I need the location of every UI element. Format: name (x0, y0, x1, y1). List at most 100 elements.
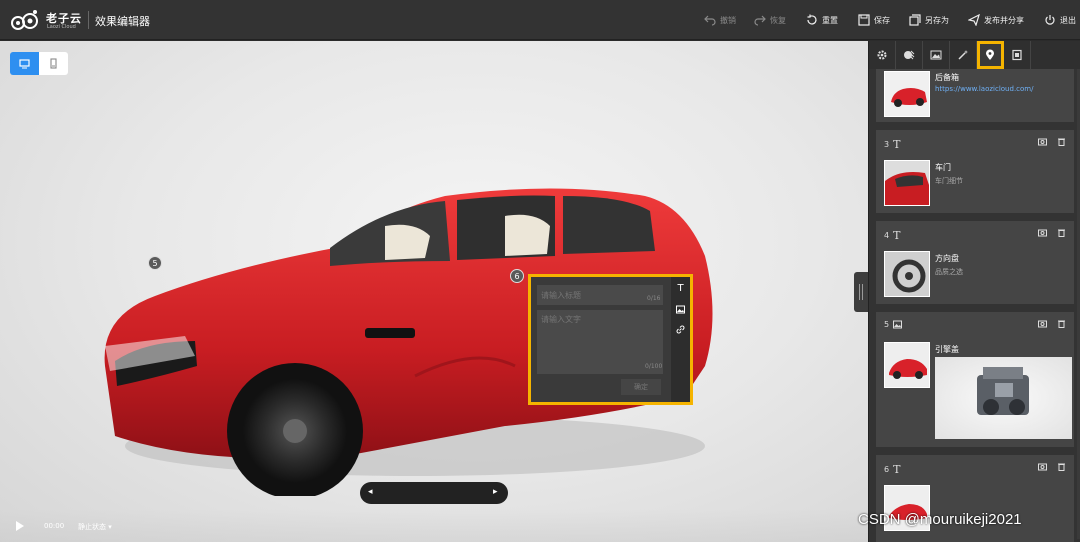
animation-time: 00:00 (44, 522, 65, 530)
hotspot-image-preview (935, 357, 1072, 439)
undo-button[interactable]: 撤销 (704, 12, 736, 28)
gear-icon (877, 50, 887, 60)
right-panel: 后备箱 https://www.laozicloud.com/ 3 T 车门 车… (868, 41, 1080, 542)
tab-effects[interactable] (950, 41, 977, 69)
trash-icon[interactable] (1057, 319, 1066, 328)
brand-subtitle: Laozi Cloud (47, 24, 76, 30)
device-view-toggle (10, 52, 68, 75)
redo-icon (754, 15, 766, 26)
publish-button[interactable]: 发布并分享 (968, 12, 1024, 28)
text-type-icon[interactable]: T (674, 282, 687, 295)
text-type-icon: T (893, 138, 901, 151)
text-type-icon: T (893, 229, 901, 242)
hotspot-card[interactable]: 4 T 方向盘 品质之选 (876, 221, 1074, 304)
tab-hotspot[interactable] (977, 41, 1004, 69)
reset-button[interactable]: 重置 (806, 12, 838, 28)
material-icon (904, 50, 915, 60)
app-title: 效果编辑器 (95, 15, 150, 28)
hotspot-card[interactable]: 5 引擎盖 (876, 312, 1074, 447)
hotspot-name: 车门 (935, 163, 951, 172)
hotspot-card[interactable]: 6 T (876, 455, 1074, 542)
hotspot-thumbnail (884, 71, 930, 117)
reset-label: 重置 (822, 15, 838, 25)
save-as-label: 另存为 (925, 15, 949, 25)
hotspot-card[interactable]: 3 T 车门 车门细节 (876, 130, 1074, 213)
mobile-view-button[interactable] (39, 52, 68, 75)
hotspot-navigator: ◂ ▸ (360, 482, 508, 504)
location-pin-icon (986, 49, 994, 60)
save-button[interactable]: 保存 (858, 12, 890, 28)
card-tools (1038, 137, 1066, 146)
tab-material[interactable] (896, 41, 923, 69)
film-icon (1012, 49, 1022, 61)
hotspot-index: 5 (884, 320, 890, 329)
camera-icon[interactable] (1038, 462, 1047, 471)
tab-animation[interactable] (1004, 41, 1031, 69)
hotspot-thumbnail (884, 251, 930, 297)
monitor-icon (19, 59, 30, 69)
camera-icon[interactable] (1038, 228, 1047, 237)
watermark: CSDN @mouruikeji2021 (858, 511, 1022, 528)
link-type-icon[interactable] (674, 323, 687, 336)
publish-label: 发布并分享 (984, 15, 1024, 25)
hotspot-name: 方向盘 (935, 254, 959, 263)
hotspot-index: 6 (884, 465, 890, 474)
card-tools (1038, 319, 1066, 328)
logo (11, 10, 38, 30)
3d-viewport[interactable]: 5 6 0/16 0/100 确定 T ◂ ▸ 00:00 静止状态 ▾ (0, 41, 868, 542)
hotspot-card-header: 6 T (884, 463, 900, 476)
card-tools (1038, 462, 1066, 471)
undo-icon (704, 15, 716, 26)
image-type-icon (893, 320, 903, 329)
confirm-button[interactable]: 确定 (621, 379, 661, 395)
hotspot-description: 车门细节 (935, 177, 963, 185)
save-as-icon (909, 14, 921, 26)
trash-icon[interactable] (1057, 137, 1066, 146)
save-label: 保存 (874, 15, 890, 25)
hotspot-marker[interactable]: 5 (148, 256, 162, 270)
hotspot-index: 4 (884, 231, 890, 240)
camera-icon[interactable] (1038, 319, 1047, 328)
send-icon (968, 14, 980, 26)
next-hotspot-button[interactable]: ▸ (493, 487, 498, 497)
image-type-icon[interactable] (674, 303, 687, 316)
animation-bar: 00:00 静止状态 ▾ (0, 509, 868, 542)
phone-icon (50, 58, 57, 69)
hotspot-card-header: 4 T (884, 229, 900, 242)
hotspot-name: 引擎盖 (935, 345, 959, 354)
tab-settings[interactable] (869, 41, 896, 69)
redo-button[interactable]: 恢复 (754, 12, 786, 28)
text-type-icon: T (893, 463, 901, 476)
trash-icon[interactable] (1057, 228, 1066, 237)
hotspot-description: 品质之选 (935, 268, 963, 276)
undo-label: 撤销 (720, 15, 736, 25)
power-icon (1045, 15, 1055, 25)
card-tools (1038, 228, 1066, 237)
trash-icon[interactable] (1057, 462, 1066, 471)
exit-label: 退出 (1060, 15, 1076, 25)
camera-icon[interactable] (1038, 137, 1047, 146)
magic-wand-icon (958, 50, 968, 60)
save-as-button[interactable]: 另存为 (909, 12, 949, 28)
animation-state-select[interactable]: 静止状态 ▾ (78, 522, 112, 532)
hotspot-card-header: 5 (884, 320, 903, 329)
desktop-view-button[interactable] (10, 52, 39, 75)
text-char-count: 0/100 (645, 363, 663, 370)
image-icon (930, 50, 942, 60)
play-icon[interactable] (16, 521, 24, 531)
title-char-count: 0/16 (647, 295, 661, 302)
hotspot-editor: 0/16 0/100 确定 T (528, 274, 693, 405)
hotspot-card[interactable]: 后备箱 https://www.laozicloud.com/ (876, 69, 1074, 122)
panel-collapse-handle[interactable] (854, 272, 868, 312)
hotspot-name: 后备箱 (935, 73, 959, 82)
title-divider (88, 11, 89, 29)
hotspot-marker[interactable]: 6 (510, 269, 524, 283)
hotspot-thumbnail (884, 342, 930, 388)
tab-background[interactable] (923, 41, 950, 69)
exit-button[interactable]: 退出 (1044, 12, 1076, 28)
hotspot-card-header: 3 T (884, 138, 900, 151)
prev-hotspot-button[interactable]: ◂ (368, 487, 373, 497)
hotspot-index: 3 (884, 140, 890, 149)
hotspot-title-input[interactable] (537, 285, 663, 305)
hotspot-link[interactable]: https://www.laozicloud.com/ (935, 85, 1033, 93)
